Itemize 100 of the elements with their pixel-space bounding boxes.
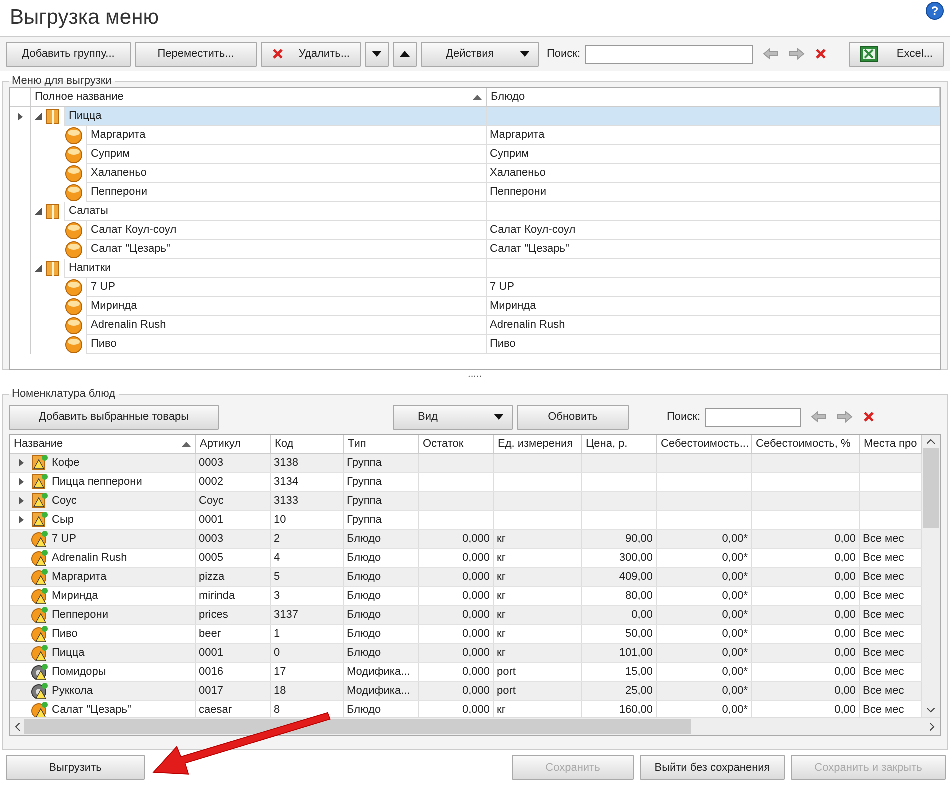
add-selected-button[interactable]: Добавить выбранные товары [9,404,219,430]
column-header[interactable]: Цена, р. [582,435,657,453]
column-header[interactable]: Блюдо [487,88,940,106]
table-cell: Все мес [863,647,904,659]
column-header[interactable]: Артикул [196,435,271,453]
horizontal-scrollbar[interactable] [10,717,940,735]
back-arrow-icon[interactable] [762,48,779,60]
dish-icon [65,146,83,164]
table-cell: Пепперони [52,609,109,621]
move-down-button[interactable] [365,42,389,66]
scroll-up-icon[interactable] [927,439,935,444]
view-dropdown[interactable]: Вид [393,404,513,430]
column-header[interactable]: Код [271,435,344,453]
dish-cell: Adrenalin Rush [487,316,940,335]
table-cell: 3134 [274,476,298,488]
column-header[interactable]: Полное название [31,88,487,106]
column-header[interactable]: Себестоимость, % [752,435,860,453]
toolbar-button[interactable]: Переместить... [135,42,257,66]
table-cell: mirinda [199,590,236,602]
collapse-icon[interactable] [35,265,42,272]
toolbar-button[interactable]: Добавить группу... [6,42,131,66]
forward-arrow-icon[interactable] [788,48,805,60]
search-label: Поиск: [667,411,701,423]
vertical-scrollbar[interactable] [922,435,940,717]
item-name[interactable]: Маргарита [86,126,487,145]
scroll-right-icon[interactable] [930,722,935,730]
item-name[interactable]: Халапеньо [86,164,487,183]
table-cell: 2 [274,533,280,545]
search-field[interactable] [584,44,753,64]
up-triangle-icon [400,51,410,57]
scroll-down-icon[interactable] [927,708,935,713]
table-cell: 0,00* [722,533,748,545]
dish-cell: Маргарита [487,126,940,145]
column-header[interactable]: Остаток [419,435,494,453]
table-cell: Блюдо [347,704,382,716]
table-cell: 409,00 [619,571,653,583]
item-name[interactable]: Салат Коул-соул [86,221,487,240]
table-cell: Блюдо [347,609,382,621]
expand-icon[interactable] [19,497,24,505]
table-cell: 4 [274,552,280,564]
clear-icon[interactable] [862,411,875,423]
spreadsheet-icon [860,46,878,62]
expand-icon[interactable] [19,516,24,524]
column-header[interactable]: Себестоимость... [657,435,752,453]
table-cell: Все мес [863,571,904,583]
delete-button[interactable]: Удалить... [261,42,361,66]
excel-button[interactable]: Excel... [849,42,944,66]
table-cell: 160,00 [619,704,653,716]
collapse-icon[interactable] [35,208,42,215]
search-field[interactable] [704,408,801,426]
column-header[interactable]: Название [10,435,196,453]
table-cell: Пиво [52,628,78,640]
item-name[interactable]: Суприм [86,145,487,164]
item-name[interactable]: 7 UP [86,278,487,297]
table-cell: 0,000 [462,590,490,602]
back-arrow-icon[interactable] [810,411,827,423]
dish-warning-icon [31,530,49,548]
move-up-button[interactable] [393,42,417,66]
panel-title: Меню для выгрузки [11,75,113,87]
clear-icon[interactable] [814,48,827,60]
table-cell: 50,00 [625,628,653,640]
actions-dropdown[interactable]: Действия [421,42,539,66]
dish-warning-icon [31,606,49,624]
column-header[interactable]: Тип [344,435,419,453]
expand-icon[interactable] [19,459,24,467]
collapse-icon[interactable] [35,113,42,120]
column-header[interactable]: Ед. измерения [494,435,582,453]
table-cell: port [497,666,516,678]
item-name[interactable]: Adrenalin Rush [86,316,487,335]
folder-warning-icon [31,511,49,529]
group-name[interactable]: Салаты [64,202,487,221]
item-name[interactable]: Пиво [86,335,487,354]
table-cell: 90,00 [625,533,653,545]
group-name[interactable]: Пицца [64,107,487,126]
scroll-left-icon[interactable] [15,722,20,730]
table-cell: Все мес [863,628,904,640]
item-name[interactable]: Миринда [86,297,487,316]
table-cell: 0,00* [722,571,748,583]
splitter-handle[interactable]: ..... [468,369,482,380]
refresh-button[interactable]: Обновить [517,404,629,430]
table-cell: caesar [199,704,232,716]
dish-icon [65,164,83,182]
dish-icon [65,184,83,202]
table-cell: Все мес [863,609,904,621]
table-cell: 0,000 [462,666,490,678]
footer-button[interactable]: Выйти без сохранения [640,755,785,780]
group-name[interactable]: Напитки [64,259,487,278]
table-cell: 0,00 [834,590,856,602]
table-cell: Пицца пепперони [52,476,142,488]
table-cell: кг [497,628,506,640]
dish-cell: Миринда [487,297,940,316]
item-name[interactable]: Пепперони [86,183,487,202]
folder-icon [45,260,61,276]
item-name[interactable]: Салат "Цезарь" [86,240,487,259]
forward-arrow-icon[interactable] [836,411,853,423]
table-cell: Блюдо [347,647,382,659]
help-button[interactable]: ? [926,2,944,20]
footer-button[interactable]: Выгрузить [6,755,145,780]
table-cell: 0,00 [834,552,856,564]
expand-icon[interactable] [19,478,24,486]
